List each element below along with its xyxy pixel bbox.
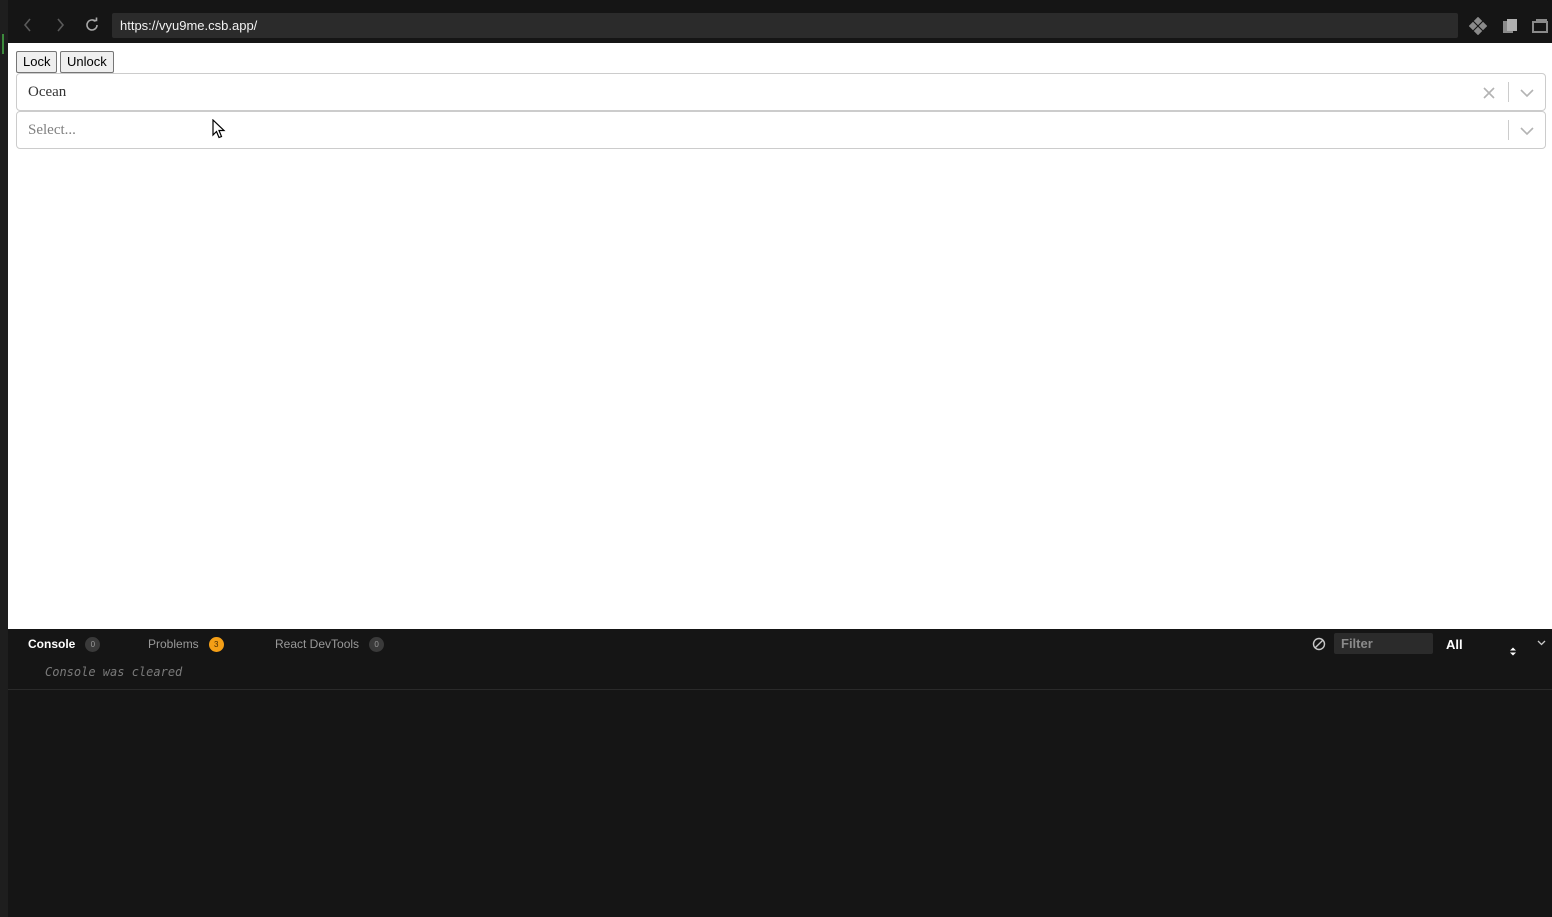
indicator-separator — [1508, 120, 1509, 140]
preview-pane: Lock Unlock Ocean Select... — [8, 43, 1552, 629]
back-icon[interactable] — [16, 13, 40, 37]
tab-label: React DevTools — [275, 637, 360, 651]
count-badge: 0 — [369, 636, 385, 652]
chevron-down-icon[interactable] — [1517, 121, 1537, 141]
new-window-icon[interactable] — [1528, 14, 1552, 38]
select-empty[interactable]: Select... — [16, 111, 1546, 149]
chevron-down-icon[interactable] — [1517, 83, 1537, 103]
tab-label: Problems — [148, 637, 199, 651]
lock-button[interactable]: Lock — [16, 51, 58, 73]
filter-input[interactable]: Filter — [1334, 633, 1433, 654]
tab-console[interactable]: Console 0 — [28, 636, 101, 652]
log-level-select[interactable]: All — [1440, 633, 1518, 656]
tab-label: Console — [28, 637, 76, 651]
console-message: Console was cleared — [45, 665, 183, 679]
tab-problems[interactable]: Problems 3 — [148, 636, 224, 652]
select-placeholder: Select... — [28, 122, 76, 138]
left-edge — [0, 0, 8, 917]
reload-icon[interactable] — [80, 13, 104, 37]
count-badge: 3 — [208, 636, 224, 652]
browser-toolbar: https://vyu9me.csb.app/ — [8, 8, 1552, 43]
unlock-button[interactable]: Unlock — [60, 51, 114, 73]
clear-console-icon[interactable] — [1311, 636, 1327, 652]
count-badge: 0 — [85, 636, 101, 652]
devtools-panel: Console 0 Problems 3 React DevTools 0 Fi… — [8, 629, 1552, 917]
split-view-icon[interactable] — [1498, 14, 1522, 38]
chevron-down-icon[interactable] — [1534, 636, 1548, 650]
editor-accent-marker — [2, 34, 4, 54]
mouse-cursor-icon — [212, 118, 226, 144]
indicator-separator — [1508, 82, 1509, 102]
select-value: Ocean — [28, 84, 67, 100]
move-icon[interactable] — [1466, 14, 1490, 38]
tab-react-devtools[interactable]: React DevTools 0 — [275, 636, 385, 652]
select-arrows-icon — [1510, 640, 1516, 663]
clear-icon[interactable] — [1479, 83, 1499, 103]
select-ocean[interactable]: Ocean — [16, 73, 1546, 111]
divider — [8, 689, 1552, 690]
forward-icon[interactable] — [48, 13, 72, 37]
log-level-value: All — [1446, 637, 1463, 652]
url-input[interactable]: https://vyu9me.csb.app/ — [112, 13, 1458, 38]
